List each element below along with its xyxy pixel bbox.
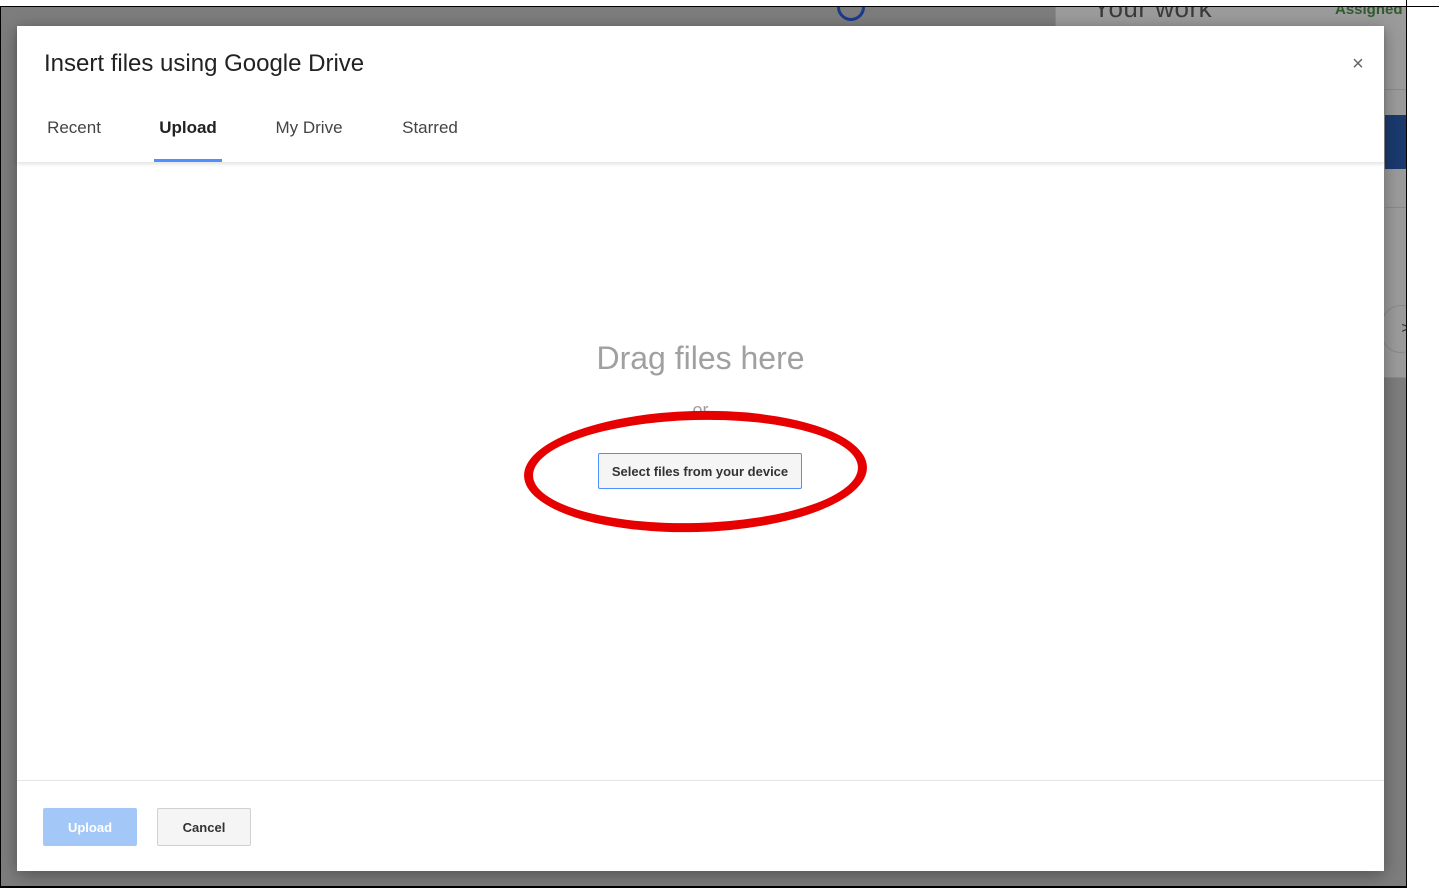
- background-circle-icon: [837, 7, 865, 21]
- tab-label: Starred: [402, 118, 458, 137]
- dialog-footer: Upload Cancel: [17, 780, 1384, 871]
- background-chevron-right-icon: >: [1381, 305, 1406, 353]
- background-blue-button: [1385, 115, 1406, 169]
- active-tab-indicator: [154, 159, 222, 162]
- cancel-button[interactable]: Cancel: [157, 808, 251, 846]
- upload-button[interactable]: Upload: [43, 808, 137, 846]
- select-files-button[interactable]: Select files from your device: [598, 453, 802, 489]
- background-divider: [1385, 207, 1406, 208]
- frame-left-border: [0, 6, 1, 888]
- background-divider: [1385, 89, 1406, 90]
- tab-label: Upload: [159, 118, 217, 137]
- background-divider: [1385, 377, 1406, 378]
- tab-my-drive[interactable]: My Drive: [264, 106, 354, 162]
- insert-files-dialog: Insert files using Google Drive × Recent…: [17, 26, 1384, 871]
- upload-drop-zone[interactable]: Drag files here or Select files from you…: [17, 162, 1384, 780]
- tab-bar: Recent Upload My Drive Starred: [17, 106, 1384, 162]
- background-heading: Your work: [1093, 7, 1213, 23]
- tab-recent[interactable]: Recent: [37, 106, 111, 162]
- tab-upload[interactable]: Upload: [154, 106, 222, 162]
- drag-files-text: Drag files here: [596, 340, 805, 376]
- tab-label: My Drive: [275, 118, 343, 137]
- close-icon[interactable]: ×: [1344, 50, 1372, 78]
- frame-top-border: [0, 0, 1439, 7]
- background-status: Assigned: [1335, 7, 1403, 18]
- tab-starred[interactable]: Starred: [393, 106, 467, 162]
- dialog-title: Insert files using Google Drive: [44, 50, 365, 77]
- or-separator-text: or: [692, 400, 709, 420]
- tab-label: Recent: [47, 118, 101, 137]
- frame-right-border: [1406, 0, 1407, 888]
- dialog-header: Insert files using Google Drive × Recent…: [17, 26, 1384, 162]
